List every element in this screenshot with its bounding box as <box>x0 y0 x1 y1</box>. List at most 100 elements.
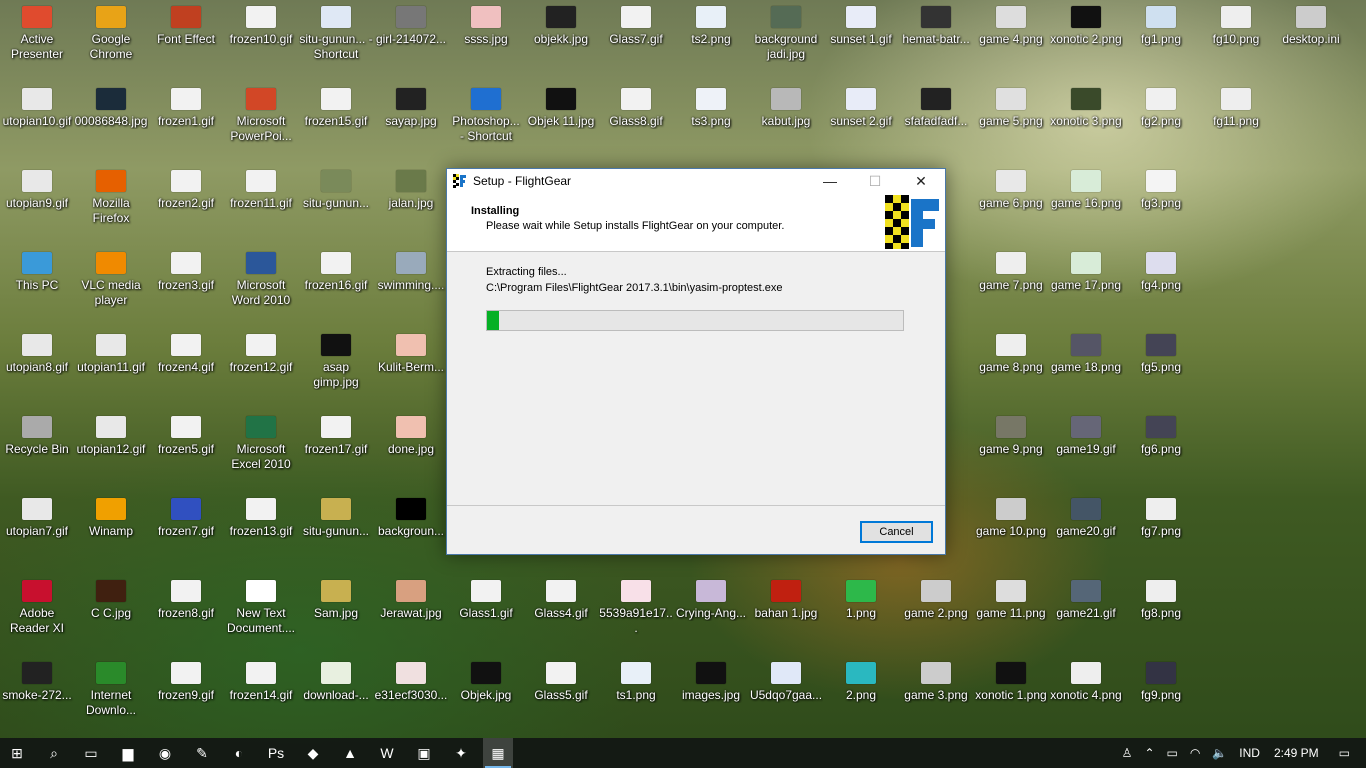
desktop-icon[interactable]: smoke-272... <box>0 656 74 703</box>
flightgear-setup-taskbar[interactable]: ▦ <box>483 738 513 768</box>
desktop-icon[interactable]: game20.gif <box>1049 492 1123 539</box>
task-view-button[interactable]: ▭ <box>76 738 106 768</box>
desktop-icon[interactable]: desktop.ini <box>1274 0 1348 47</box>
wifi-icon[interactable]: ◠ <box>1190 746 1200 760</box>
desktop-icon[interactable]: asap gimp.jpg <box>299 328 373 390</box>
battery-icon[interactable]: ▭ <box>1167 746 1178 760</box>
desktop-icon[interactable]: game 9.png <box>974 410 1048 457</box>
word-taskbar[interactable]: W <box>372 738 402 768</box>
desktop-icon[interactable]: frozen10.gif <box>224 0 298 47</box>
desktop-icon[interactable]: sunset 1.gif <box>824 0 898 47</box>
desktop-icon[interactable]: utopian12.gif <box>74 410 148 457</box>
desktop-icon[interactable]: situ-gunun... <box>299 492 373 539</box>
desktop-icon[interactable]: Crying-Ang... <box>674 574 748 621</box>
desktop-icon[interactable]: fg5.png <box>1124 328 1198 375</box>
desktop-icon[interactable]: game 2.png <box>899 574 973 621</box>
desktop-icon[interactable]: frozen12.gif <box>224 328 298 375</box>
desktop-icon[interactable]: fg9.png <box>1124 656 1198 703</box>
desktop-icon[interactable]: Google Chrome <box>74 0 148 62</box>
desktop-icon[interactable]: frozen7.gif <box>149 492 223 539</box>
desktop-icon[interactable]: game 7.png <box>974 246 1048 293</box>
desktop-icon[interactable]: U5dqo7gaa... <box>749 656 823 703</box>
desktop-icon[interactable]: frozen17.gif <box>299 410 373 457</box>
desktop-icon[interactable]: frozen1.gif <box>149 82 223 129</box>
desktop-icon[interactable]: sunset 2.gif <box>824 82 898 129</box>
desktop-icon[interactable]: Photoshop... - Shortcut <box>449 82 523 144</box>
minimize-button[interactable]: — <box>807 169 853 193</box>
notification-icon[interactable]: ▭ <box>1339 746 1350 760</box>
desktop-icon[interactable]: 2.png <box>824 656 898 703</box>
desktop-icon[interactable]: utopian11.gif <box>74 328 148 375</box>
desktop-icon[interactable]: ts1.png <box>599 656 673 703</box>
desktop-icon[interactable]: background jadi.jpg <box>749 0 823 62</box>
desktop-icon[interactable]: frozen4.gif <box>149 328 223 375</box>
clock[interactable]: 2:49 PM <box>1274 746 1319 760</box>
desktop-icon[interactable]: Sam.jpg <box>299 574 373 621</box>
desktop-icon[interactable]: game 11.png <box>974 574 1048 621</box>
desktop-icon[interactable]: This PC <box>0 246 74 293</box>
cancel-button[interactable]: Cancel <box>860 521 933 543</box>
desktop-icon[interactable]: Recycle Bin <box>0 410 74 457</box>
desktop-icon[interactable]: frozen9.gif <box>149 656 223 703</box>
desktop-icon[interactable]: fg7.png <box>1124 492 1198 539</box>
desktop-icon[interactable]: Font Effect <box>149 0 223 47</box>
desktop-icon[interactable]: sfafadfadf... <box>899 82 973 129</box>
close-button[interactable]: ✕ <box>898 169 944 193</box>
desktop-icon[interactable]: game 5.png <box>974 82 1048 129</box>
paint-taskbar[interactable]: ✎ <box>187 738 217 768</box>
desktop-icon[interactable]: frozen15.gif <box>299 82 373 129</box>
desktop-icon[interactable]: game 17.png <box>1049 246 1123 293</box>
desktop-icon[interactable]: New Text Document.... <box>224 574 298 636</box>
desktop-icon[interactable]: frozen5.gif <box>149 410 223 457</box>
desktop-icon[interactable]: hemat-batr... <box>899 0 973 47</box>
desktop-icon[interactable]: frozen3.gif <box>149 246 223 293</box>
desktop-icon[interactable]: fg6.png <box>1124 410 1198 457</box>
desktop-icon[interactable]: 5539a91e17... <box>599 574 673 636</box>
desktop-icon[interactable]: fg11.png <box>1199 82 1273 129</box>
desktop-icon[interactable]: Adobe Reader XI <box>0 574 74 636</box>
desktop-icon[interactable]: Winamp <box>74 492 148 539</box>
desktop-icon[interactable]: frozen11.gif <box>224 164 298 211</box>
desktop-icon[interactable]: frozen8.gif <box>149 574 223 621</box>
chrome-taskbar[interactable]: ◉ <box>150 738 180 768</box>
desktop-icon[interactable]: ssss.jpg <box>449 0 523 47</box>
desktop-icon[interactable]: Microsoft PowerPoi... <box>224 82 298 144</box>
photoshop-taskbar[interactable]: Ps <box>261 738 291 768</box>
desktop-icon[interactable]: Glass5.gif <box>524 656 598 703</box>
desktop-icon[interactable]: Active Presenter <box>0 0 74 62</box>
file-explorer-taskbar[interactable]: ▆ <box>113 738 143 768</box>
app-taskbar[interactable]: ◆ <box>298 738 328 768</box>
desktop-icon[interactable]: Glass1.gif <box>449 574 523 621</box>
desktop-icon[interactable]: Glass7.gif <box>599 0 673 47</box>
desktop-icon[interactable]: fg2.png <box>1124 82 1198 129</box>
app2-taskbar[interactable]: ▲ <box>335 738 365 768</box>
desktop-icon[interactable]: Kulit-Berm... <box>374 328 448 375</box>
desktop-icon[interactable]: situ-gunun... - Shortcut <box>299 0 373 62</box>
desktop-icon[interactable]: situ-gunun... <box>299 164 373 211</box>
desktop-icon[interactable]: game19.gif <box>1049 410 1123 457</box>
desktop-icon[interactable]: sayap.jpg <box>374 82 448 129</box>
desktop-icon[interactable]: objekk.jpg <box>524 0 598 47</box>
desktop-icon[interactable]: frozen2.gif <box>149 164 223 211</box>
dialog-titlebar[interactable]: Setup - FlightGear — ☐ ✕ <box>447 169 945 193</box>
desktop-icon[interactable]: frozen13.gif <box>224 492 298 539</box>
desktop-icon[interactable]: 1.png <box>824 574 898 621</box>
language-indicator[interactable]: IND <box>1239 746 1260 760</box>
desktop-icon[interactable]: game21.gif <box>1049 574 1123 621</box>
desktop-icon[interactable]: jalan.jpg <box>374 164 448 211</box>
desktop-icon[interactable]: VLC media player <box>74 246 148 308</box>
desktop-icon[interactable]: kabut.jpg <box>749 82 823 129</box>
desktop-icon[interactable]: frozen16.gif <box>299 246 373 293</box>
desktop-icon[interactable]: game 16.png <box>1049 164 1123 211</box>
desktop-icon[interactable]: Objek 11.jpg <box>524 82 598 129</box>
desktop-icon[interactable]: Glass4.gif <box>524 574 598 621</box>
desktop-icon[interactable]: Internet Downlo... <box>74 656 148 718</box>
desktop-icon[interactable]: Microsoft Word 2010 <box>224 246 298 308</box>
desktop-icon[interactable]: game 10.png <box>974 492 1048 539</box>
desktop-icon[interactable]: backgroun... <box>374 492 448 539</box>
desktop-icon[interactable]: fg10.png <box>1199 0 1273 47</box>
desktop-icon[interactable]: ts2.png <box>674 0 748 47</box>
desktop-icon[interactable]: game 4.png <box>974 0 1048 47</box>
desktop-icon[interactable]: fg3.png <box>1124 164 1198 211</box>
desktop-icon[interactable]: frozen14.gif <box>224 656 298 703</box>
